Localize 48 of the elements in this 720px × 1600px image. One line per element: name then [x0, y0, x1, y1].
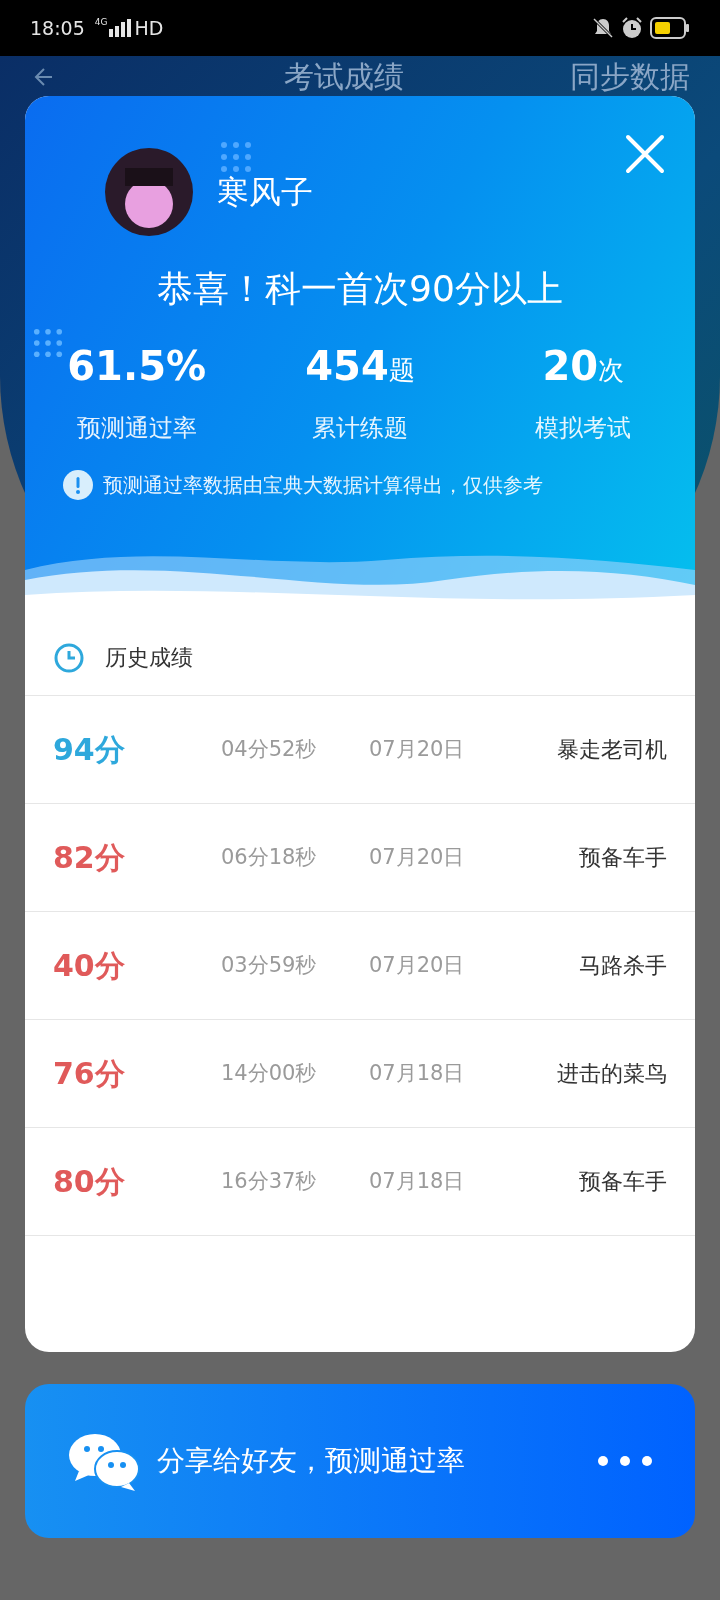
date: 07月20日 [369, 843, 465, 871]
network-label: 4G [94, 16, 108, 30]
disclaimer-text: 预测通过率数据由宝典大数据计算得出，仅供参考 [103, 472, 543, 499]
rank-title: 马路杀手 [579, 952, 667, 980]
score: 76分 [53, 1055, 126, 1093]
user-name: 寒风子 [217, 172, 313, 213]
duration: 14分00秒 [221, 1059, 318, 1087]
bell-muted-icon [592, 17, 614, 39]
date: 07月20日 [369, 951, 465, 979]
duration: 03分59秒 [221, 951, 318, 979]
share-banner[interactable]: 分享给好友，预测通过率 [25, 1384, 695, 1538]
duration: 16分37秒 [221, 1167, 318, 1195]
rank-title: 进击的菜鸟 [557, 1060, 667, 1088]
rank-title: 预备车手 [579, 1168, 667, 1196]
close-icon[interactable] [625, 134, 665, 174]
info-icon [63, 470, 93, 500]
alarm-icon [620, 16, 644, 40]
chat-bubbles-icon [67, 1431, 141, 1491]
dots-decoration-icon [220, 141, 252, 173]
section-title: 历史成绩 [105, 644, 193, 672]
stat-label: 模拟考试 [535, 413, 632, 444]
headline: 恭喜！科一首次90分以上 [156, 267, 564, 311]
sync-data-link[interactable]: 同步数据 [570, 60, 690, 94]
signal-icon [109, 19, 132, 37]
date: 07月20日 [369, 735, 465, 763]
more-icon[interactable] [597, 1454, 653, 1468]
share-text: 分享给好友，预测通过率 [157, 1443, 465, 1479]
score: 80分 [53, 1163, 126, 1201]
score: 94分 [53, 731, 126, 769]
clock-icon [53, 641, 85, 674]
stat-label: 累计练题 [312, 413, 408, 444]
dots-decoration-icon [33, 328, 63, 358]
stat-label: 预测通过率 [76, 413, 197, 444]
score: 82分 [53, 839, 126, 877]
date: 07月18日 [369, 1059, 465, 1087]
page-title: 考试成绩 [284, 60, 404, 94]
rank-title: 暴走老司机 [557, 736, 667, 764]
score: 40分 [53, 947, 126, 985]
hd-label: HD [134, 15, 164, 41]
stat-value: 61.5% [67, 342, 207, 390]
status-time: 18:05 [30, 15, 85, 41]
rank-title: 预备车手 [579, 844, 667, 872]
duration: 06分18秒 [221, 843, 318, 871]
duration: 04分52秒 [221, 735, 318, 763]
stat-value: 454题 [305, 342, 415, 390]
date: 07月18日 [369, 1167, 465, 1195]
stat-value: 20次 [542, 342, 625, 390]
battery-icon [650, 17, 690, 39]
